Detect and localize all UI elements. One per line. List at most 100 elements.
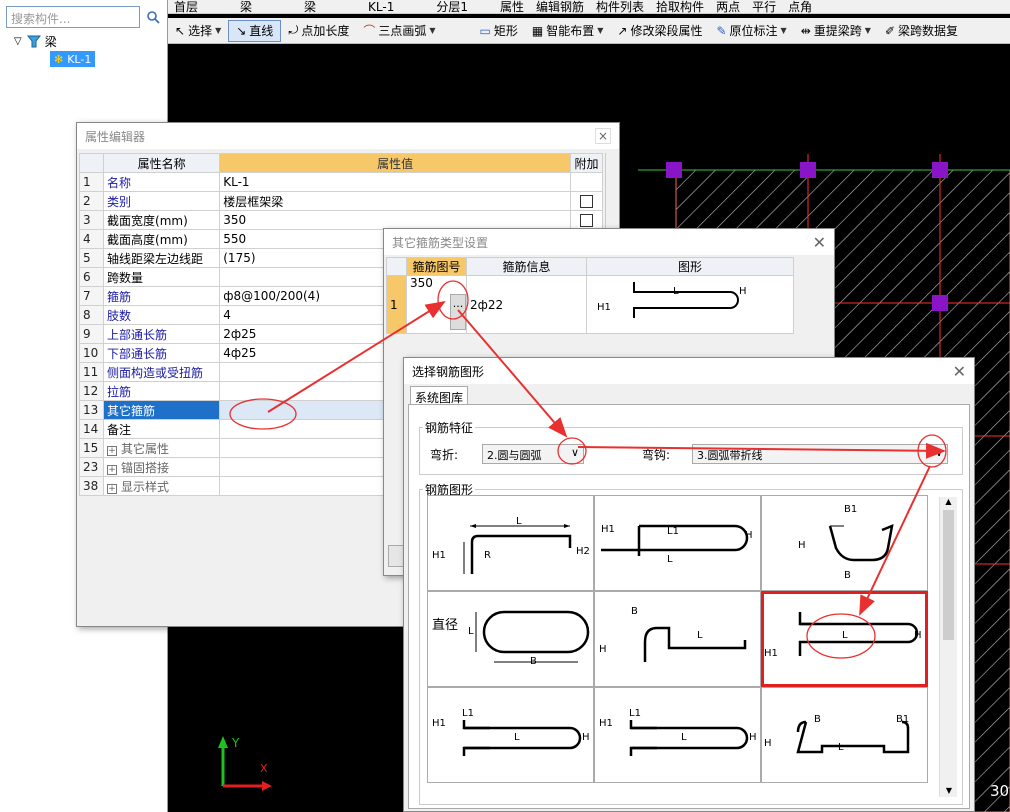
scroll-down-icon[interactable]: ▼	[940, 786, 958, 795]
bend-select[interactable]: 2.圆与圆弧 ∨	[482, 444, 584, 464]
extra-checkbox[interactable]	[579, 214, 593, 227]
pick-component-button[interactable]: 拾取构件	[650, 1, 710, 13]
stirrup-info[interactable]: 2ф22	[466, 275, 587, 334]
mark-icon: ✎	[716, 23, 727, 38]
category-select[interactable]: 梁	[234, 1, 258, 13]
header-extra: 附加	[569, 153, 604, 173]
corner-readout: 300	[990, 782, 1010, 800]
dropdown-icon: ▼	[780, 26, 787, 35]
modify-span-props-button[interactable]: ↗ 修改梁段属性	[610, 20, 709, 42]
original-mark-button[interactable]: ✎ 原位标注 ▼	[709, 20, 793, 42]
dropdown-icon: ▼	[215, 26, 222, 35]
chevron-down-icon: ∨	[570, 446, 579, 459]
extra-checkbox[interactable]	[579, 195, 593, 208]
search-input[interactable]: 搜索构件...	[6, 6, 140, 28]
bend-label: 弯折:	[430, 448, 459, 462]
chevron-down-icon: ∨	[934, 446, 943, 459]
scroll-thumb[interactable]	[943, 510, 954, 640]
expand-icon[interactable]: +	[107, 445, 118, 456]
line-button[interactable]: ↘ 直线	[228, 19, 282, 42]
gallery-scrollbar[interactable]: ▲ ▼	[939, 497, 957, 797]
point-angle-button[interactable]: 点角	[782, 1, 818, 13]
three-point-arc-button[interactable]: ⌒ 三点画弧 ▼	[356, 20, 442, 42]
expand-icon[interactable]: +	[107, 464, 118, 475]
table-row[interactable]: 3 截面宽度(mm) 350	[78, 210, 604, 230]
point-length-button[interactable]: ⤾ 点加长度	[281, 20, 356, 42]
header-num	[78, 153, 105, 173]
stirrup-dialog-titlebar[interactable]: 其它箍筋类型设置 ✕	[384, 229, 834, 255]
properties-button[interactable]: 属性	[494, 1, 530, 13]
features-group: 弯折: 2.圆与圆弧 ∨ 弯钩: 3.圆弧带折线 ∨	[419, 427, 963, 475]
header-stirrup-code: 箍筋图号	[406, 257, 467, 276]
brush-icon: ✐	[884, 23, 895, 38]
re-extract-span-button[interactable]: ⇹ 重提梁跨 ▼	[794, 20, 878, 42]
dropdown-icon: ▼	[597, 26, 604, 35]
component-select[interactable]: KL-1	[362, 1, 400, 13]
stirrup-table: 箍筋图号 箍筋信息 图形 1 350 ... 2ф22 L H H1	[386, 257, 794, 334]
type-select[interactable]: 梁	[298, 1, 322, 13]
component-list-button[interactable]: 构件列表	[590, 1, 650, 13]
layer-select[interactable]: 分层1	[430, 1, 474, 13]
header-stirrup-info: 箍筋信息	[466, 257, 587, 276]
ellipsis-button[interactable]: ...	[450, 294, 466, 330]
scroll-up-icon[interactable]: ▲	[940, 497, 957, 506]
table-row[interactable]: 1 350 ... 2ф22 L H H1	[386, 275, 794, 334]
hook-select[interactable]: 3.圆弧带折线 ∨	[692, 444, 948, 464]
table-row[interactable]: 1 名称 KL-1	[78, 172, 604, 192]
rect-button[interactable]: ▭ 矩形	[473, 20, 525, 42]
close-icon[interactable]: ✕	[953, 362, 966, 381]
stirrup-shape-preview: L H H1	[586, 275, 794, 334]
select-button[interactable]: ↖ 选择 ▼	[168, 20, 228, 42]
shape-cell[interactable]: L H1 R H2	[427, 495, 594, 591]
tree-node-label: 梁	[44, 34, 57, 49]
shape-dialog-body: 弯折: 2.圆与圆弧 ∨ 弯钩: 3.圆弧带折线 ∨ 钢筋特征 钢筋图形 L H…	[408, 404, 970, 809]
shape-cell[interactable]: B L H	[594, 591, 761, 687]
shape-cell[interactable]: 直径 L B	[427, 591, 594, 687]
line-icon: ↘	[236, 23, 247, 38]
rect-icon: ▭	[479, 23, 491, 38]
shape-cell[interactable]: B B1 H L	[761, 687, 928, 783]
shape-cell[interactable]: H1 L1 L H	[594, 495, 761, 591]
point-length-icon: ⤾	[288, 23, 299, 37]
stirrup-ok-button[interactable]	[388, 545, 404, 567]
draw-toolbar: ↖ 选择 ▼ ↘ 直线 ⤾ 点加长度 ⌒ 三点画弧 ▼ ▭ 矩形 ▦ 智能布置 ▼ ↗…	[168, 18, 1010, 44]
floor-select[interactable]: 首层	[168, 1, 204, 13]
main-toolbar: 首层 梁 梁 KL-1 分层1 属性 编辑钢筋 构件列表 拾取构件 两点 平行 …	[168, 0, 1010, 14]
property-editor-titlebar[interactable]: 属性编辑器 ×	[77, 123, 619, 149]
close-icon[interactable]: ×	[595, 128, 611, 144]
tree-node-beam[interactable]: ▽ 梁	[14, 32, 95, 50]
features-group-label: 钢筋特征	[423, 419, 476, 436]
expand-icon[interactable]: +	[107, 483, 118, 494]
header-name: 属性名称	[103, 153, 221, 173]
axis-y-label: Y	[232, 736, 240, 750]
dropdown-icon: ▼	[429, 26, 436, 35]
smart-layout-button[interactable]: ▦ 智能布置 ▼	[525, 20, 611, 42]
span-data-button[interactable]: ✐ 梁跨数据复	[878, 20, 965, 42]
span-icon: ⇹	[800, 23, 811, 38]
axis-x-label: X	[260, 762, 268, 775]
gear-icon: ✻	[54, 52, 64, 66]
header-value: 属性值	[219, 153, 571, 173]
beam-icon	[26, 35, 41, 48]
select-rebar-shape-dialog: 选择钢筋图形 ✕ 系统图库 弯折: 2.圆与圆弧 ∨ 弯钩: 3.圆弧带折线 ∨…	[403, 357, 975, 812]
shape-cell[interactable]: L1 H1 L H	[594, 687, 761, 783]
stirrup-code: 350	[410, 276, 433, 290]
shape-cell[interactable]: B1 H B	[761, 495, 928, 591]
search-icon[interactable]	[142, 6, 164, 28]
shape-gallery: L H1 R H2 H1 L1 L H B1 H B 直径 L B B L H …	[427, 495, 929, 795]
two-point-button[interactable]: 两点	[710, 1, 746, 13]
parallel-button[interactable]: 平行	[746, 1, 782, 13]
cursor-icon: ↖	[175, 23, 186, 38]
shape-cell-selected[interactable]: L H H1	[761, 591, 928, 687]
grid-icon: ▦	[531, 23, 544, 38]
tree-node-kl1[interactable]: ✻ KL-1	[50, 51, 96, 67]
edit-rebar-button[interactable]: 编辑钢筋	[530, 1, 590, 13]
shape-dialog-titlebar[interactable]: 选择钢筋图形 ✕	[404, 358, 974, 384]
close-icon[interactable]: ✕	[813, 233, 826, 252]
component-tree: ▽ 梁 ✻ KL-1	[14, 32, 96, 68]
table-row[interactable]: 2 类别 楼层框架梁	[78, 191, 604, 211]
hook-label: 弯钩:	[642, 448, 671, 462]
header-shape: 图形	[586, 257, 794, 276]
collapse-icon[interactable]: ▽	[14, 36, 22, 47]
shape-cell[interactable]: L1 H1 L H	[427, 687, 594, 783]
